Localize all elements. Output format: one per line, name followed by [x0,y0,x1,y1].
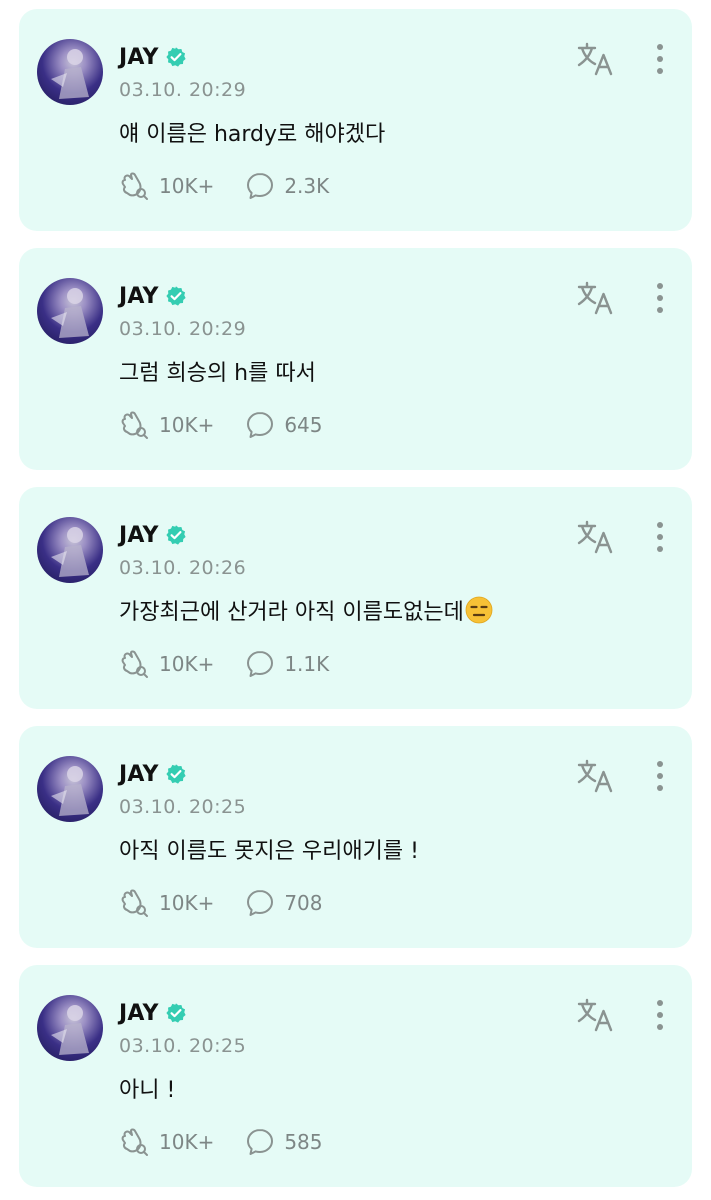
post-text: 아니 ! [119,1078,176,1103]
comment-button[interactable]: 2.3K [244,170,329,202]
translate-icon[interactable] [575,995,615,1035]
like-button[interactable]: 10K+ [119,648,214,680]
like-count: 10K+ [159,174,215,198]
avatar[interactable] [37,756,103,822]
author-name[interactable]: JAY [119,762,159,787]
author-row: JAY [119,998,187,1028]
comment-icon [247,890,274,916]
like-icon [121,411,148,439]
comment-count: 1.1K [284,652,330,676]
post-timestamp: 03.10. 20:29 [119,79,247,101]
post-text: 아직 이름도 못지은 우리애기를 ! [119,839,419,864]
post-body: 얘 이름은 hardy로 해야겠다 [119,116,385,148]
like-button[interactable]: 10K+ [119,1126,214,1158]
translate-icon[interactable] [575,278,615,318]
post-text: 가장최근에 산거라 아직 이름도없는데 [119,600,464,625]
expressionless-face-icon [465,596,493,624]
translate-icon[interactable] [575,756,615,796]
like-icon [121,172,148,200]
more-vertical-icon[interactable] [649,759,671,793]
like-count: 10K+ [159,1130,215,1154]
more-vertical-icon[interactable] [649,520,671,554]
author-row: JAY [119,520,187,550]
comment-button[interactable]: 708 [244,887,323,919]
post-body: 가장최근에 산거라 아직 이름도없는데 [119,594,493,626]
like-button[interactable]: 10K+ [119,887,214,919]
like-count: 10K+ [159,413,215,437]
more-vertical-icon[interactable] [649,998,671,1032]
like-button[interactable]: 10K+ [119,409,214,441]
post-body: 그럼 희승의 h를 따서 [119,355,316,387]
post-card[interactable]: JAY 03.10. 20:25 아니 ! 10K+ 585 [19,965,692,1187]
verified-badge-icon [166,525,186,545]
verified-badge-icon [166,1003,186,1023]
avatar[interactable] [37,278,103,344]
author-name[interactable]: JAY [119,45,159,70]
author-name[interactable]: JAY [119,1001,159,1026]
verified-badge-icon [166,47,186,67]
like-count: 10K+ [159,652,215,676]
author-name[interactable]: JAY [119,284,159,309]
translate-icon[interactable] [575,517,615,557]
post-body: 아니 ! [119,1072,175,1104]
like-icon [121,650,148,678]
more-vertical-icon[interactable] [649,281,671,315]
author-name[interactable]: JAY [119,523,159,548]
author-row: JAY [119,42,187,72]
author-row: JAY [119,759,187,789]
post-actions: 10K+ 2.3K [119,169,359,203]
post-actions: 10K+ 1.1K [119,647,359,681]
post-card[interactable]: JAY 03.10. 20:29 얘 이름은 hardy로 해야겠다 10K+ [19,9,692,231]
comment-count: 585 [284,1130,323,1154]
post-timestamp: 03.10. 20:25 [119,796,247,818]
post-timestamp: 03.10. 20:26 [119,557,247,579]
comment-button[interactable]: 1.1K [244,648,329,680]
like-button[interactable]: 10K+ [119,170,214,202]
post-timestamp: 03.10. 20:29 [119,318,247,340]
like-icon [121,889,148,917]
post-feed: JAY 03.10. 20:29 얘 이름은 hardy로 해야겠다 10K+ [0,0,711,1200]
avatar[interactable] [37,517,103,583]
post-actions: 10K+ 585 [119,1125,353,1159]
comment-count: 708 [284,891,323,915]
comment-count: 645 [284,413,323,437]
post-actions: 10K+ 708 [119,886,353,920]
translate-icon[interactable] [575,39,615,79]
like-count: 10K+ [159,891,215,915]
more-vertical-icon[interactable] [649,42,671,76]
post-timestamp: 03.10. 20:25 [119,1035,247,1057]
post-text: 얘 이름은 hardy로 해야겠다 [119,122,386,147]
avatar[interactable] [37,39,103,105]
post-body: 아직 이름도 못지은 우리애기를 ! [119,833,419,865]
post-card[interactable]: JAY 03.10. 20:26 가장최근에 산거라 아직 이름도없는데 10K… [19,487,692,709]
verified-badge-icon [166,764,186,784]
comment-icon [247,173,274,199]
author-row: JAY [119,281,187,311]
comment-button[interactable]: 645 [244,409,323,441]
post-card[interactable]: JAY 03.10. 20:29 그럼 희승의 h를 따서 10K+ 645 [19,248,692,470]
comment-icon [247,651,274,677]
comment-icon [247,412,274,438]
verified-badge-icon [166,286,186,306]
post-text: 그럼 희승의 h를 따서 [119,361,316,386]
post-card[interactable]: JAY 03.10. 20:25 아직 이름도 못지은 우리애기를 ! 10K+ [19,726,692,948]
post-actions: 10K+ 645 [119,408,353,442]
comment-icon [247,1129,274,1155]
comment-button[interactable]: 585 [244,1126,323,1158]
like-icon [121,1128,148,1156]
comment-count: 2.3K [284,174,330,198]
avatar[interactable] [37,995,103,1061]
